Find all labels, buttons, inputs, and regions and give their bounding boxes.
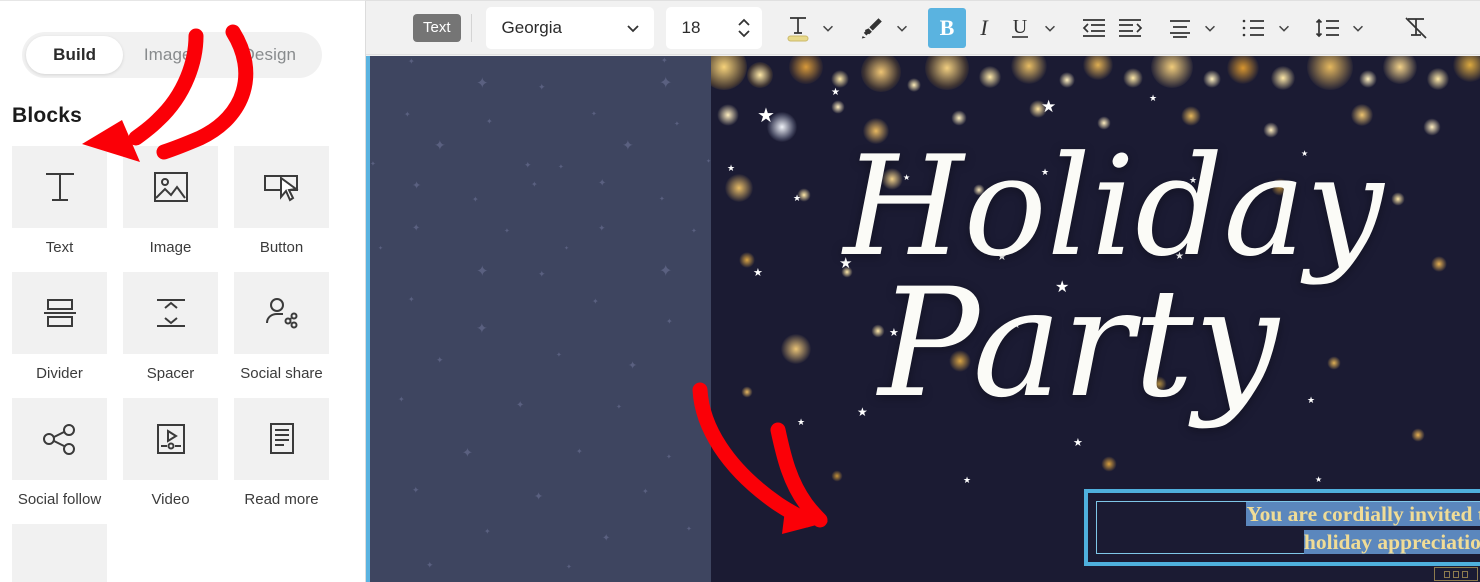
selected-text-block[interactable]: You are cordially invited to our fourth … xyxy=(1084,489,1480,566)
font-size-value: 18 xyxy=(682,18,701,38)
svg-text:I: I xyxy=(979,15,989,40)
video-block-icon xyxy=(123,398,218,480)
font-size-select[interactable]: 18 xyxy=(666,7,762,49)
chevron-down-icon xyxy=(1042,20,1058,36)
block-label: Social follow xyxy=(12,491,107,508)
chevron-down-icon xyxy=(894,20,910,36)
block-label: Divider xyxy=(12,365,107,382)
handle-dot xyxy=(1444,571,1450,578)
block-label: Social share xyxy=(234,365,329,382)
handle-dot xyxy=(1462,571,1468,578)
context-chip-text[interactable]: Text xyxy=(413,14,461,42)
block-video[interactable]: Video xyxy=(123,398,218,508)
tab-images[interactable]: Images xyxy=(123,36,220,74)
align-center-icon xyxy=(1166,16,1194,40)
block-label: Spacer xyxy=(123,365,218,382)
block-image[interactable]: Image xyxy=(123,146,218,256)
block-label: Text xyxy=(12,239,107,256)
block-text[interactable]: Text xyxy=(12,146,107,256)
chevron-up-icon[interactable] xyxy=(736,18,752,27)
block-divider[interactable]: Divider xyxy=(12,272,107,382)
list-options-button[interactable] xyxy=(1272,8,1296,48)
bold-button[interactable]: B xyxy=(928,8,966,48)
tab-design[interactable]: Design xyxy=(221,36,318,74)
highlighter-icon xyxy=(858,14,886,42)
line-spacing-icon xyxy=(1314,16,1342,40)
image-block-icon xyxy=(123,146,218,228)
indent-icon xyxy=(1116,16,1144,40)
clear-formatting-button[interactable] xyxy=(1398,8,1434,48)
block-social-share[interactable]: Social share xyxy=(234,272,329,382)
clear-formatting-icon xyxy=(1402,15,1430,41)
italic-icon: I xyxy=(971,15,997,41)
blocks-grid: Text Image xyxy=(12,146,357,582)
blocks-heading: Blocks xyxy=(12,104,365,128)
underline-icon: U xyxy=(1007,14,1033,42)
font-size-stepper[interactable] xyxy=(736,18,752,38)
partial-block-icon xyxy=(12,524,107,582)
italic-button[interactable]: I xyxy=(966,8,1002,48)
chevron-down-icon xyxy=(1276,20,1292,36)
divider-block-icon xyxy=(12,272,107,354)
read-more-block-icon xyxy=(234,398,329,480)
selected-text-run: You are cordially invited to our fourth … xyxy=(1246,502,1480,526)
outdent-icon xyxy=(1080,16,1108,40)
align-button[interactable] xyxy=(1162,8,1198,48)
block-social-follow[interactable]: Social follow xyxy=(12,398,107,508)
font-family-value: Georgia xyxy=(502,18,562,38)
toolbar-divider xyxy=(471,14,472,42)
chevron-down-icon xyxy=(624,19,642,37)
handle-dot xyxy=(1453,571,1459,578)
text-block-inner-outline[interactable]: You are cordially invited to our fourth … xyxy=(1096,501,1480,554)
svg-text:U: U xyxy=(1012,16,1027,38)
text-color-icon xyxy=(785,13,811,43)
text-block-icon xyxy=(12,146,107,228)
social-follow-block-icon xyxy=(12,398,107,480)
bold-icon: B xyxy=(934,15,960,41)
text-color-options-button[interactable] xyxy=(816,8,840,48)
font-family-select[interactable]: Georgia xyxy=(486,7,654,49)
left-sidebar: Build Images Design Blocks Text xyxy=(0,0,366,582)
editor-pane: Text Georgia 18 xyxy=(366,0,1480,582)
block-partial-next[interactable] xyxy=(12,524,107,582)
invitation-line-2[interactable]: holiday appreciation celebration! xyxy=(1304,529,1480,557)
chevron-down-icon[interactable] xyxy=(736,29,752,38)
chevron-down-icon xyxy=(1350,20,1366,36)
block-label: Button xyxy=(234,239,329,256)
social-share-block-icon xyxy=(234,272,329,354)
line-spacing-options-button[interactable] xyxy=(1346,8,1370,48)
bulleted-list-icon xyxy=(1240,16,1268,40)
align-options-button[interactable] xyxy=(1198,8,1222,48)
block-label: Read more xyxy=(234,491,329,508)
underline-options-button[interactable] xyxy=(1038,8,1062,48)
decrease-indent-button[interactable] xyxy=(1076,8,1112,48)
text-color-button[interactable] xyxy=(780,8,816,48)
tab-build[interactable]: Build xyxy=(26,36,123,74)
block-label: Image xyxy=(123,239,218,256)
list-button[interactable] xyxy=(1236,8,1272,48)
sidebar-tabs: Build Images Design xyxy=(22,32,322,78)
underline-button[interactable]: U xyxy=(1002,8,1038,48)
line-spacing-button[interactable] xyxy=(1310,8,1346,48)
button-block-icon xyxy=(234,146,329,228)
toolbar-buttons: B I U xyxy=(780,8,1434,48)
increase-indent-button[interactable] xyxy=(1112,8,1148,48)
invitation-line-1[interactable]: You are cordially invited to our fourth … xyxy=(1246,501,1480,529)
highlight-color-options-button[interactable] xyxy=(890,8,914,48)
text-block-resize-handle[interactable] xyxy=(1434,567,1478,581)
chevron-down-icon xyxy=(820,20,836,36)
block-spacer[interactable]: Spacer xyxy=(123,272,218,382)
block-read-more[interactable]: Read more xyxy=(234,398,329,508)
canvas-left-edge xyxy=(366,56,370,582)
block-button[interactable]: Button xyxy=(234,146,329,256)
block-label: Video xyxy=(123,491,218,508)
chevron-down-icon xyxy=(1202,20,1218,36)
selected-text-run: holiday appreciation celebration! xyxy=(1304,530,1480,554)
email-builder-app: Build Images Design Blocks Text xyxy=(0,0,1480,582)
highlight-color-button[interactable] xyxy=(854,8,890,48)
spacer-block-icon xyxy=(123,272,218,354)
svg-text:B: B xyxy=(939,15,954,40)
formatting-toolbar: Text Georgia 18 xyxy=(366,0,1480,55)
